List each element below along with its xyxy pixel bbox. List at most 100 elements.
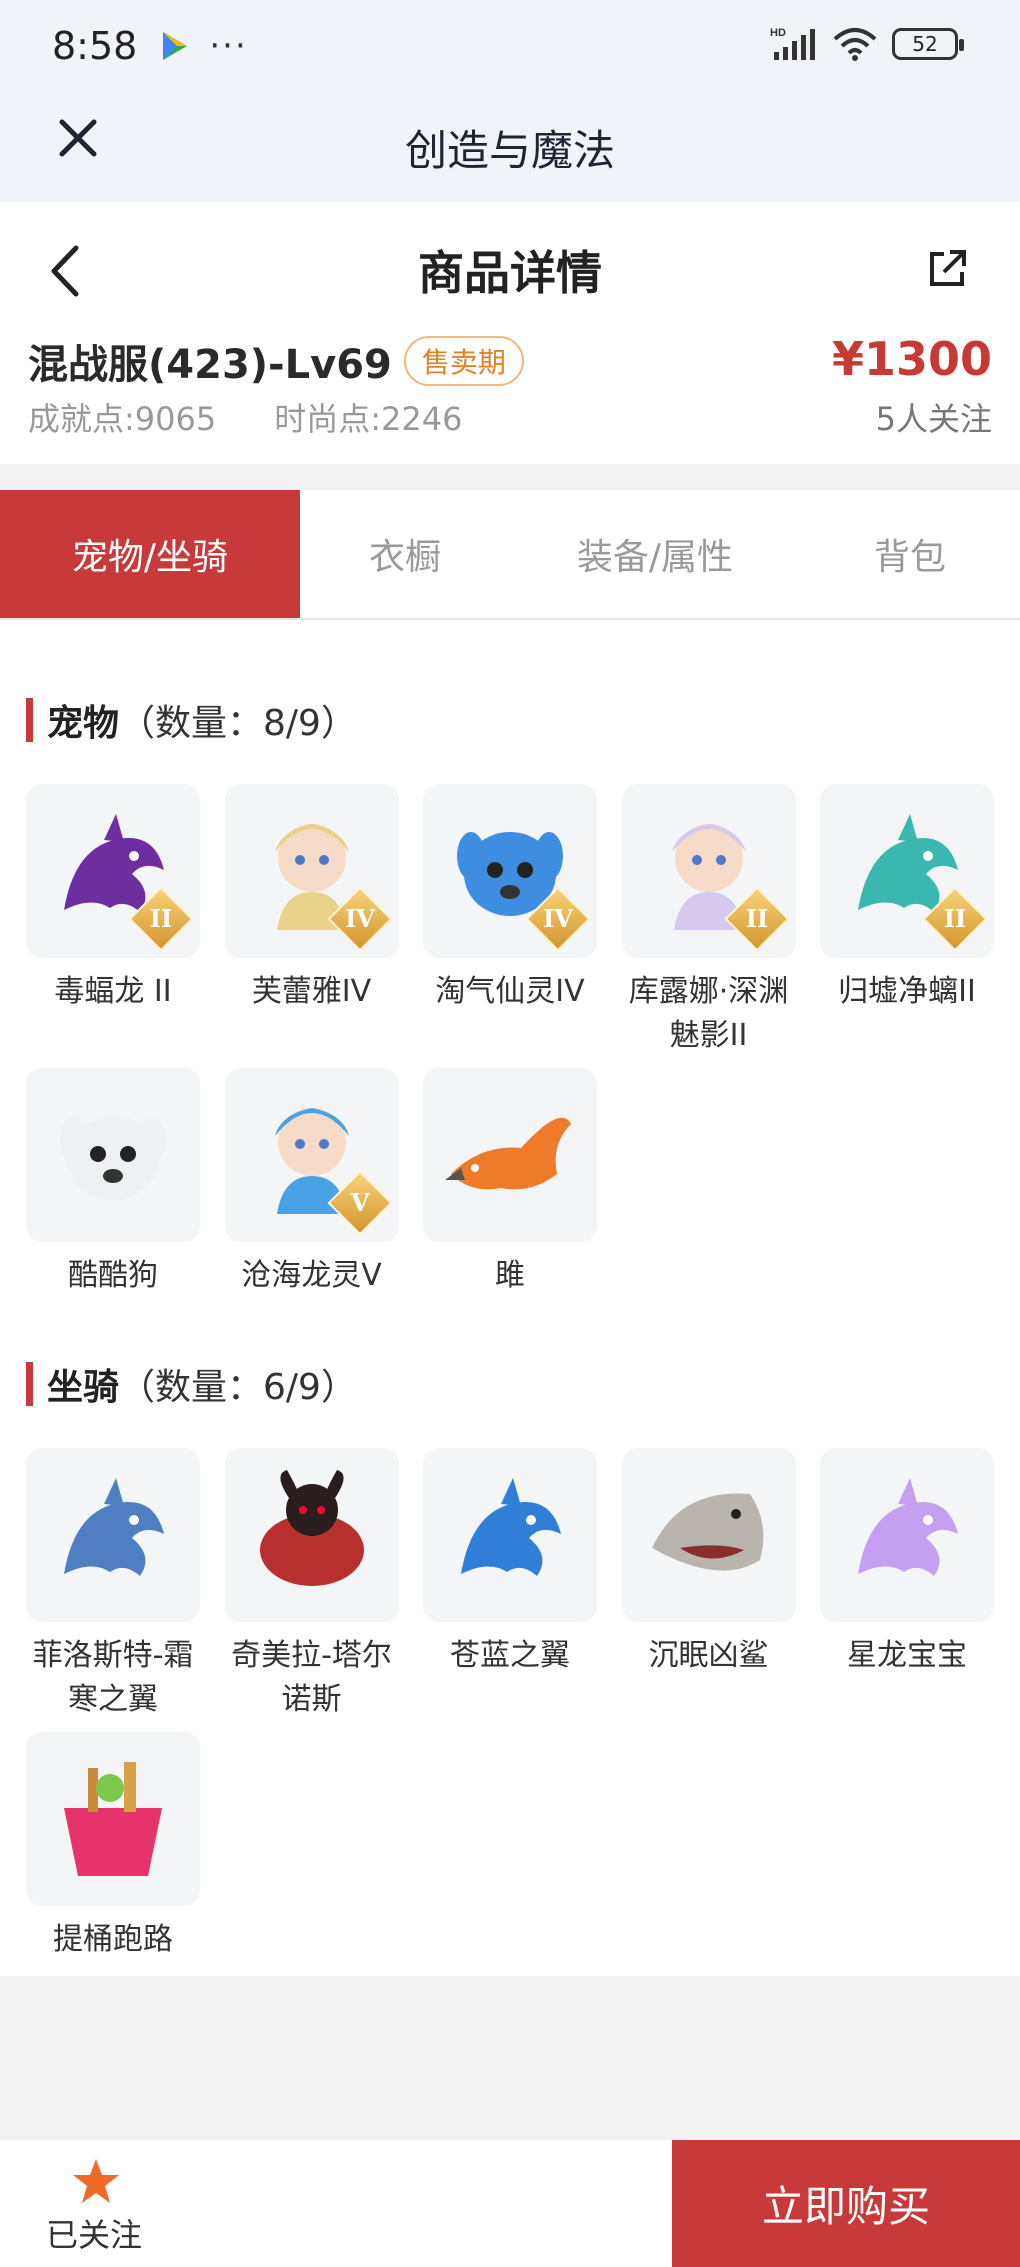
stats-row: 成就点:9065 时尚点:2246 — [28, 394, 462, 440]
follower-count: 5人关注 — [875, 400, 992, 438]
pet-thumbnail — [423, 1068, 597, 1242]
bucket-icon — [44, 1748, 182, 1890]
pet-item[interactable]: V 沧海龙灵V — [224, 1068, 399, 1298]
pet-thumbnail: IV — [224, 784, 399, 958]
section-marker — [26, 1362, 33, 1406]
pet-thumbnail: II — [621, 784, 796, 958]
pet-name: 归墟净螭II — [838, 974, 976, 1009]
price: ¥1300 — [831, 332, 992, 386]
mount-name: 星龙宝宝 — [847, 1638, 967, 1673]
fashion-points: 时尚点:2246 — [274, 394, 462, 440]
beast-icon — [243, 1464, 381, 1606]
status-bar: 8:58 ··· HD 52 — [0, 0, 1020, 92]
server-row: 混战服(423)-Lv69 售卖期 — [28, 332, 524, 390]
mount-thumbnail — [224, 1448, 399, 1622]
shark-icon — [640, 1464, 778, 1606]
buy-now-button[interactable]: 立即购买 — [672, 2140, 1020, 2267]
mount-thumbnail — [621, 1448, 796, 1622]
follow-label: 已关注 — [46, 2216, 143, 2254]
tab-bar: 宠物/坐骑 衣橱 装备/属性 背包 — [0, 490, 1020, 620]
mount-item[interactable]: 星龙宝宝 — [820, 1448, 994, 1678]
tier-label: II — [149, 904, 173, 933]
mounts-title: 坐骑 — [47, 1367, 120, 1408]
server-name: 混战服(423)-Lv69 — [28, 342, 392, 388]
pet-name: 沧海龙灵V — [241, 1258, 382, 1293]
svg-text:HD: HD — [770, 27, 786, 39]
mount-thumbnail — [26, 1732, 200, 1906]
mount-item[interactable]: 菲洛斯特-霜寒之翼 — [26, 1448, 200, 1722]
pet-item[interactable]: II 毒蝠龙 II — [26, 784, 200, 1014]
status-badge: 售卖期 — [403, 336, 524, 386]
achievement-label: 成就点: — [28, 400, 135, 438]
pet-item[interactable]: II 库露娜·深渊魅影II — [621, 784, 796, 1058]
mini-app-title: 创造与魔法 — [404, 125, 615, 175]
bottom-action-bar: 已关注 立即购买 — [0, 2140, 1020, 2267]
pet-thumbnail: II — [26, 784, 200, 958]
pet-name: 库露娜·深渊魅影II — [628, 974, 789, 1053]
product-summary: 商品详情 混战服(423)-Lv69 售卖期 ¥1300 成就点:9065 时尚… — [0, 202, 1020, 464]
pet-thumbnail: V — [224, 1068, 399, 1242]
close-icon[interactable] — [54, 114, 102, 162]
dragon-icon — [838, 1464, 976, 1606]
tier-label: II — [943, 904, 967, 933]
more-notifications-icon: ··· — [209, 26, 248, 66]
back-icon[interactable] — [44, 242, 88, 300]
pet-name: 酷酷狗 — [68, 1258, 158, 1293]
pet-item[interactable]: 雎 — [423, 1068, 597, 1298]
mount-thumbnail — [26, 1448, 200, 1622]
battery-icon: 52 — [892, 28, 964, 60]
dog-icon — [44, 1084, 182, 1226]
star-icon — [73, 2159, 119, 2203]
detail-header: 商品详情 — [0, 202, 1020, 338]
pet-item[interactable]: IV 芙蕾雅IV — [224, 784, 399, 1014]
achievement-points: 成就点:9065 — [28, 394, 216, 440]
mini-app-header: 创造与魔法 — [0, 92, 1020, 202]
mount-item[interactable]: 奇美拉-塔尔诺斯 — [224, 1448, 399, 1722]
mount-item[interactable]: 苍蓝之翼 — [423, 1448, 597, 1678]
pet-item[interactable]: II 归墟净螭II — [820, 784, 994, 1014]
pet-thumbnail: II — [820, 784, 994, 958]
pets-title: 宠物 — [47, 703, 120, 744]
pet-name: 雎 — [495, 1258, 525, 1293]
share-icon[interactable] — [926, 248, 968, 290]
mount-name: 菲洛斯特-霜寒之翼 — [32, 1638, 194, 1717]
tab-pets-mounts[interactable]: 宠物/坐骑 — [0, 490, 300, 618]
dragon-icon — [44, 1464, 182, 1606]
pet-name: 淘气仙灵IV — [435, 974, 585, 1009]
pet-name: 芙蕾雅IV — [251, 974, 372, 1009]
tab-backpack[interactable]: 背包 — [800, 490, 1020, 618]
tier-label: II — [745, 904, 768, 933]
detail-content: 宠物/坐骑 衣橱 装备/属性 背包 宠物 （数量：8/9） II 毒蝠龙 II IV… — [0, 490, 1020, 1976]
follow-button[interactable]: 已关注 — [0, 2140, 672, 2267]
dragon-icon — [441, 1464, 579, 1606]
tab-equipment[interactable]: 装备/属性 — [510, 490, 800, 618]
mount-thumbnail — [423, 1448, 597, 1622]
wifi-icon — [833, 28, 877, 61]
status-indicators: HD 52 — [770, 26, 964, 62]
section-marker — [26, 698, 33, 742]
pet-thumbnail: IV — [423, 784, 597, 958]
mounts-count: （数量：6/9） — [119, 1367, 357, 1408]
mount-item[interactable]: 沉眠凶鲨 — [621, 1448, 796, 1678]
pet-item[interactable]: 酷酷狗 — [26, 1068, 200, 1298]
tier-label: IV — [344, 904, 375, 933]
pets-count: （数量：8/9） — [119, 703, 357, 744]
tier-label: V — [350, 1188, 369, 1217]
mount-item[interactable]: 提桶跑路 — [26, 1732, 200, 1962]
pet-name: 毒蝠龙 II — [54, 974, 172, 1009]
mount-name: 奇美拉-塔尔诺斯 — [231, 1638, 392, 1717]
battery-level: 52 — [912, 32, 938, 56]
pet-item[interactable]: IV 淘气仙灵IV — [423, 784, 597, 1014]
mounts-section-title: 坐骑 （数量：6/9） — [26, 1358, 357, 1410]
bird-icon — [441, 1084, 579, 1226]
status-time: 8:58 — [52, 24, 138, 68]
pets-section-title: 宠物 （数量：8/9） — [26, 694, 357, 746]
fashion-label: 时尚点: — [274, 400, 382, 438]
signal-icon: HD — [770, 27, 815, 60]
page-title: 商品详情 — [418, 246, 602, 300]
tab-wardrobe[interactable]: 衣橱 — [300, 490, 510, 618]
mount-thumbnail — [820, 1448, 994, 1622]
mount-name: 苍蓝之翼 — [450, 1638, 570, 1673]
tier-label: IV — [543, 904, 573, 933]
mount-name: 沉眠凶鲨 — [648, 1638, 769, 1673]
